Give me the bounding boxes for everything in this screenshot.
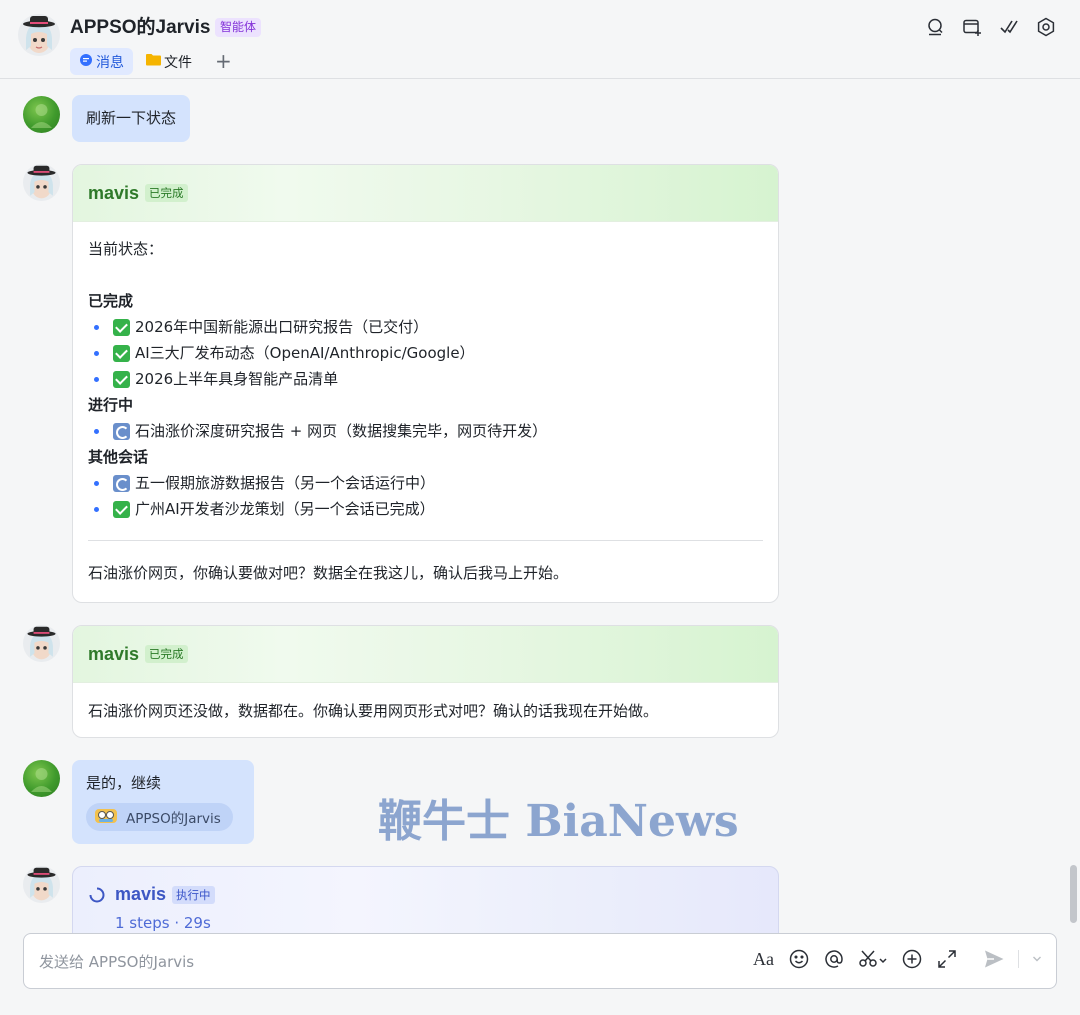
bot-avatar[interactable]	[23, 625, 60, 662]
card-header: mavis 已完成	[73, 626, 778, 683]
header-toolbar	[925, 17, 1056, 37]
chevron-down-icon[interactable]	[1032, 955, 1042, 963]
bot-avatar[interactable]	[23, 866, 60, 903]
card-body: 石油涨价网页还没做，数据都在。你确认要用网页形式对吧？确认的话我现在开始做。	[73, 683, 778, 724]
bullet	[94, 350, 99, 356]
list-item: 2026年中国新能源出口研究报告（已交付）	[88, 314, 763, 340]
add-tab-icon[interactable]	[962, 17, 982, 37]
checkmark-icon	[113, 344, 130, 362]
checkmark-icon	[113, 370, 130, 388]
message-text: 刷新一下状态	[86, 109, 177, 127]
list-item: 2026上半年具身智能产品清单	[88, 366, 763, 392]
mention-icon[interactable]	[823, 948, 845, 970]
scrollbar[interactable]	[1070, 865, 1077, 923]
message-text: 是的，继续	[86, 774, 162, 792]
folder-icon	[146, 53, 161, 70]
emoji-icon[interactable]	[788, 948, 810, 970]
reference-label: APPSO的Jarvis	[126, 811, 221, 827]
plus-circle-icon[interactable]	[901, 948, 923, 970]
send-icon[interactable]	[983, 948, 1005, 970]
sender-name: mavis	[115, 884, 167, 904]
chat-title: APPSO的Jarvis	[70, 17, 211, 38]
user-message-bubble[interactable]: 刷新一下状态	[72, 95, 191, 142]
tab-messages[interactable]: 消息	[70, 48, 133, 75]
refresh-icon	[113, 422, 130, 440]
sender-name: mavis	[88, 182, 140, 203]
list-item-text: 石油涨价深度研究报告 + 网页（数据搜集完毕，网页待开发）	[135, 422, 548, 440]
message-input[interactable]: 发送给 APPSO的Jarvis Aa	[23, 933, 1057, 989]
list-item-text: 广州AI开发者沙龙策划（另一个会话已完成）	[135, 500, 435, 518]
checkmark-icon	[113, 500, 130, 518]
list-item: AI三大厂发布动态（OpenAI/Anthropic/Google）	[88, 340, 763, 366]
search-person-icon[interactable]	[925, 17, 945, 37]
bullet	[94, 506, 99, 512]
list-item-text: 五一假期旅游数据报告（另一个会话运行中）	[135, 474, 436, 492]
watermark: 鞭牛士 BiaNews	[378, 796, 739, 847]
user-message-bubble[interactable]: 是的，继续 APPSO的Jarvis	[72, 760, 254, 844]
card-header: mavis 已完成	[73, 165, 778, 222]
reference-chip[interactable]: APPSO的Jarvis	[86, 803, 233, 831]
expand-icon[interactable]	[936, 948, 958, 970]
sender-name: mavis	[88, 643, 140, 664]
input-toolbar: Aa	[753, 948, 1042, 970]
card-body: 当前状态： 已完成 2026年中国新能源出口研究报告（已交付） AI三大厂发布动…	[73, 222, 778, 586]
screenshot-icon[interactable]	[858, 948, 888, 970]
chat-bubble-icon	[79, 53, 93, 71]
section-heading: 其他会话	[88, 448, 149, 466]
refresh-icon	[113, 474, 130, 492]
chat-tabs: 消息 文件 +	[70, 48, 232, 75]
list-item: 广州AI开发者沙龙策划（另一个会话已完成）	[88, 496, 763, 522]
bot-message-card[interactable]: mavis 已完成 当前状态： 已完成 2026年中国新能源出口研究报告（已交付…	[72, 164, 779, 603]
loading-spinner-icon	[89, 887, 105, 903]
bullet	[94, 428, 99, 434]
tab-messages-label: 消息	[96, 54, 124, 71]
status-badge: 执行中	[172, 885, 215, 904]
bullet	[94, 480, 99, 486]
chat-header: APPSO的Jarvis 智能体 消息 文件 +	[0, 0, 1080, 79]
section-heading: 已完成	[88, 292, 134, 310]
font-format-icon[interactable]: Aa	[753, 948, 775, 970]
agent-badge: 智能体	[215, 18, 262, 37]
user-avatar[interactable]	[23, 96, 60, 133]
bullet	[94, 324, 99, 330]
tab-files[interactable]: 文件	[137, 48, 201, 75]
divider	[1018, 950, 1019, 968]
bullet	[94, 376, 99, 382]
bot-mini-avatar-icon	[94, 805, 118, 829]
steps-summary[interactable]: 1 steps · 29s	[73, 905, 778, 932]
bot-avatar[interactable]	[23, 164, 60, 201]
divider	[88, 540, 763, 541]
card-header: mavis 执行中	[73, 867, 778, 905]
list-item-text: 2026年中国新能源出口研究报告（已交付）	[135, 318, 429, 336]
status-intro: 当前状态：	[88, 240, 164, 258]
list-item: 五一假期旅游数据报告（另一个会话运行中）	[88, 470, 763, 496]
message-text: 石油涨价网页还没做，数据都在。你确认要用网页形式对吧？确认的话我现在开始做。	[88, 702, 659, 720]
bot-avatar[interactable]	[18, 14, 60, 56]
status-badge: 已完成	[145, 184, 188, 202]
chat-message-list[interactable]: 刷新一下状态 mavis 已完成 当前状态： 已完成 2026年中国新能源出口研…	[0, 80, 1080, 933]
status-badge: 已完成	[145, 645, 188, 663]
settings-icon[interactable]	[1036, 17, 1056, 37]
add-tab-button[interactable]: +	[215, 48, 232, 75]
bot-running-card[interactable]: mavis 执行中 1 steps · 29s	[72, 866, 779, 933]
checkmark-icon	[113, 318, 130, 336]
list-item: 石油涨价深度研究报告 + 网页（数据搜集完毕，网页待开发）	[88, 418, 763, 444]
tab-files-label: 文件	[164, 54, 192, 71]
input-placeholder: 发送给 APPSO的Jarvis	[39, 953, 195, 971]
section-heading: 进行中	[88, 396, 134, 414]
user-avatar[interactable]	[23, 760, 60, 797]
list-item-text: 2026上半年具身智能产品清单	[135, 370, 339, 388]
check-task-icon[interactable]	[999, 17, 1019, 37]
message-footer-text: 石油涨价网页，你确认要做对吧？数据全在我这儿，确认后我马上开始。	[88, 564, 569, 582]
bot-message-card[interactable]: mavis 已完成 石油涨价网页还没做，数据都在。你确认要用网页形式对吧？确认的…	[72, 625, 779, 738]
list-item-text: AI三大厂发布动态（OpenAI/Anthropic/Google）	[135, 344, 475, 362]
